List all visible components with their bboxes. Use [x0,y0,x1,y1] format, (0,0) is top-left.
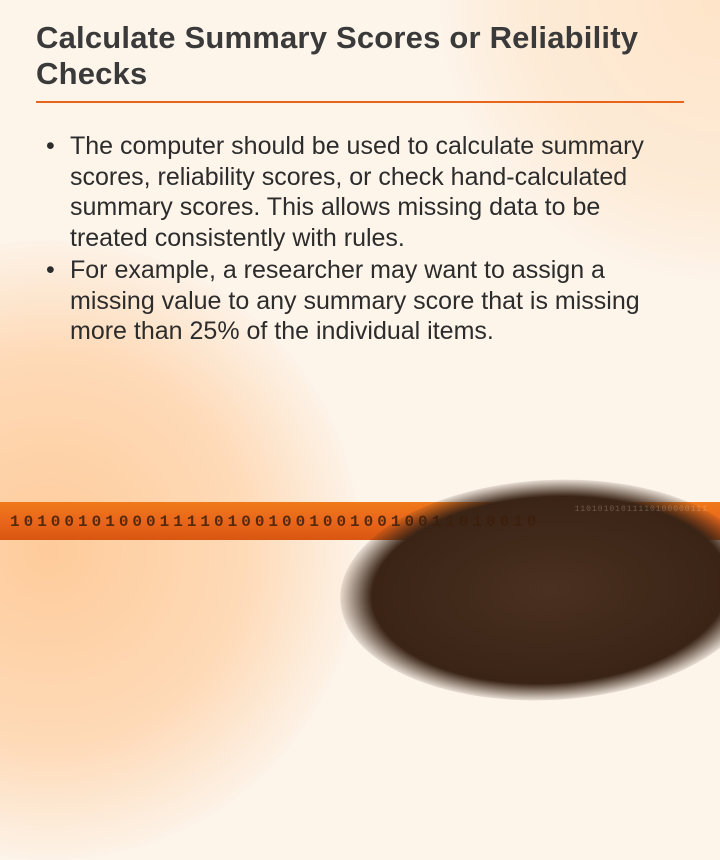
binary-text-faint: 11010101011110100000111 [575,505,708,514]
bullet-item: For example, a researcher may want to as… [70,255,674,347]
bullet-item: The computer should be used to calculate… [70,131,674,253]
bullet-list: The computer should be used to calculate… [36,131,684,347]
slide-content: Calculate Summary Scores or Reliability … [0,0,720,347]
binary-text-main: 101001010001111010010010010010011010010 [10,513,540,531]
footer-decoration: 101001010001111010010010010010011010010 … [0,492,720,540]
binary-digits-dark: 101001010001111010010010010010011010010 [10,513,540,531]
slide-title: Calculate Summary Scores or Reliability … [36,20,684,103]
